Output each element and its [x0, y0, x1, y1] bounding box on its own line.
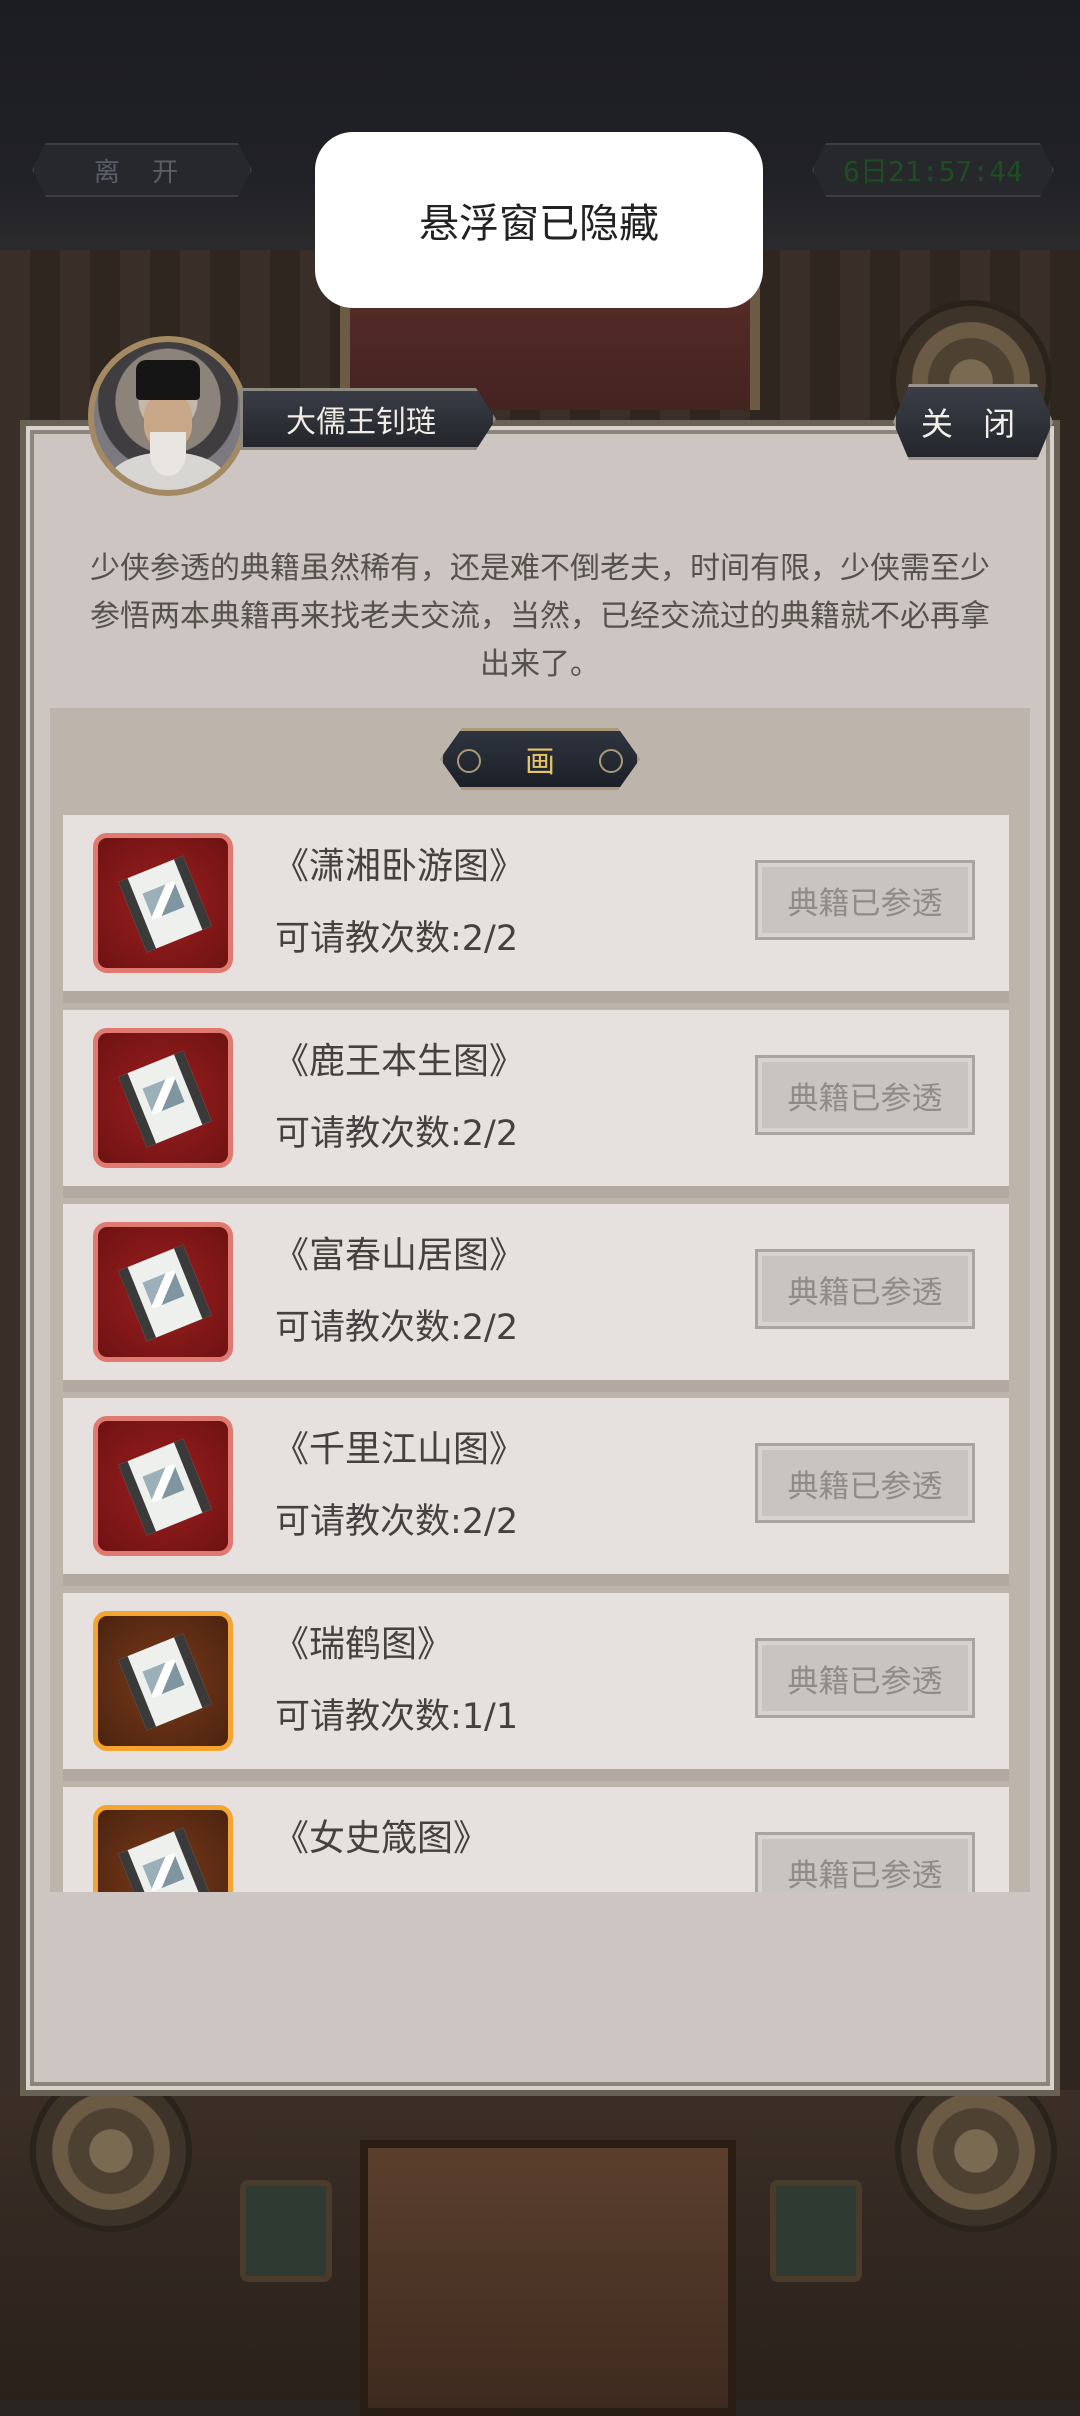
- book-title: 《富春山居图》: [273, 1235, 526, 1276]
- book-status-button[interactable]: 典籍已参透: [755, 860, 975, 940]
- pot-decoration: [770, 2180, 862, 2282]
- book-title: 《千里江山图》: [273, 1429, 526, 1470]
- npc-name-plate: 大儒王钊琏: [240, 388, 496, 450]
- consult-count: 可请教次数:2/2: [275, 1308, 519, 1348]
- toast-message: 悬浮窗已隐藏: [315, 132, 763, 308]
- leave-button[interactable]: 离 开: [32, 143, 252, 197]
- book-status-button[interactable]: 典籍已参透: [755, 1249, 975, 1329]
- book-list[interactable]: 《潇湘卧游图》 可请教次数:2/2 典籍已参透 《鹿王本生图》 可请教次数:2/…: [50, 708, 1030, 1892]
- consult-count: 可请教次数:1/1: [275, 1697, 519, 1737]
- portrait-beard: [150, 432, 186, 476]
- scroll-icon: [118, 1050, 212, 1148]
- scholar-portrait: [88, 336, 248, 496]
- event-timer: 6日21:57:44: [812, 143, 1054, 197]
- book-title: 《鹿王本生图》: [273, 1041, 526, 1082]
- book-item: 《瑞鹤图》 可请教次数:1/1 典籍已参透: [63, 1593, 1009, 1781]
- scroll-icon: [118, 1827, 212, 1892]
- portrait-hat: [136, 360, 200, 400]
- book-title: 《瑞鹤图》: [273, 1624, 454, 1665]
- consult-count: 可请教次数:2/2: [275, 1502, 519, 1542]
- pot-decoration: [240, 2180, 332, 2282]
- book-title: 《女史箴图》: [273, 1818, 490, 1859]
- book-status-button[interactable]: 典籍已参透: [755, 1443, 975, 1523]
- book-item: 《鹿王本生图》 可请教次数:2/2 典籍已参透: [63, 1010, 1009, 1198]
- book-icon-frame: [93, 833, 233, 973]
- scroll-icon: [118, 1244, 212, 1342]
- scroll-icon: [118, 1633, 212, 1731]
- scroll-icon: [118, 855, 212, 953]
- scroll-icon: [118, 1438, 212, 1536]
- book-status-button[interactable]: 典籍已参透: [755, 1832, 975, 1892]
- category-label: 画: [525, 745, 555, 780]
- book-icon-frame: [93, 1028, 233, 1168]
- consult-count: 可请教次数:2/2: [275, 1114, 519, 1154]
- book-status-button[interactable]: 典籍已参透: [755, 1055, 975, 1135]
- book-item: 《潇湘卧游图》 可请教次数:2/2 典籍已参透: [63, 815, 1009, 1003]
- category-header: 画: [440, 728, 640, 790]
- book-item: 《千里江山图》 可请教次数:2/2 典籍已参透: [63, 1398, 1009, 1586]
- close-button[interactable]: 关 闭: [893, 384, 1053, 460]
- bench-decoration: [360, 2140, 736, 2416]
- book-item: 《女史箴图》 典籍已参透: [63, 1787, 1009, 1892]
- toast-text: 悬浮窗已隐藏: [419, 201, 659, 247]
- book-item: 《富春山居图》 可请教次数:2/2 典籍已参透: [63, 1204, 1009, 1392]
- book-title: 《潇湘卧游图》: [273, 846, 526, 887]
- npc-dialog-text: 少侠参透的典籍虽然稀有，还是难不倒老夫，时间有限，少侠需至少参悟两本典籍再来找老…: [90, 551, 990, 682]
- book-icon-frame: [93, 1611, 233, 1751]
- book-icon-frame: [93, 1805, 233, 1892]
- consult-count: 可请教次数:2/2: [275, 919, 519, 959]
- book-status-button[interactable]: 典籍已参透: [755, 1638, 975, 1718]
- book-icon-frame: [93, 1222, 233, 1362]
- book-icon-frame: [93, 1416, 233, 1556]
